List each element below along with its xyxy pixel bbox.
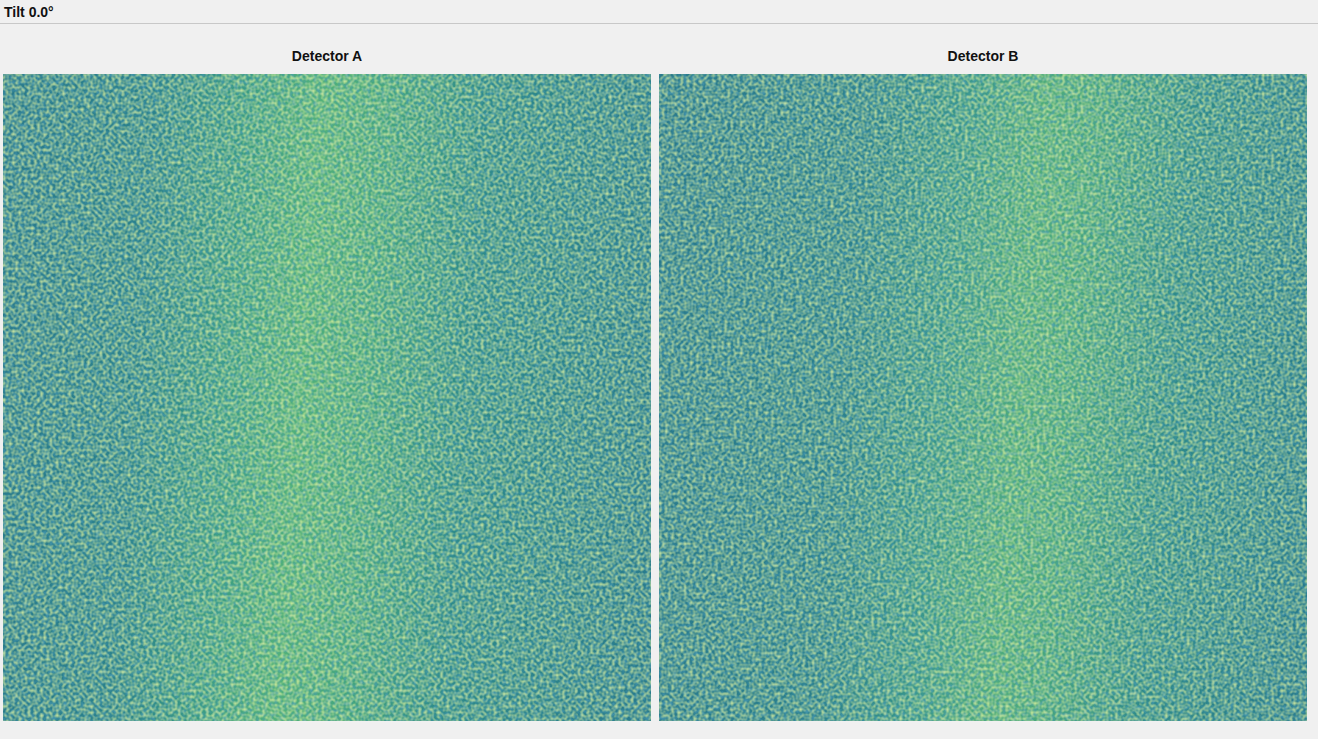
noise-overlay xyxy=(659,74,1307,721)
detector-image xyxy=(659,74,1307,721)
detector-title: Detector A xyxy=(3,24,651,74)
detector-panel: Detector B xyxy=(659,24,1307,721)
tilt-title: Tilt 0.0° xyxy=(4,4,54,20)
detector-viewer: Tilt 0.0° Detector ADetector B xyxy=(0,0,1318,739)
noise-overlay xyxy=(3,74,651,721)
detector-panel: Detector A xyxy=(3,24,651,721)
detector-image xyxy=(3,74,651,721)
tilt-header: Tilt 0.0° xyxy=(0,0,1318,24)
detector-panels: Detector ADetector B xyxy=(0,24,1318,721)
detector-title: Detector B xyxy=(659,24,1307,74)
